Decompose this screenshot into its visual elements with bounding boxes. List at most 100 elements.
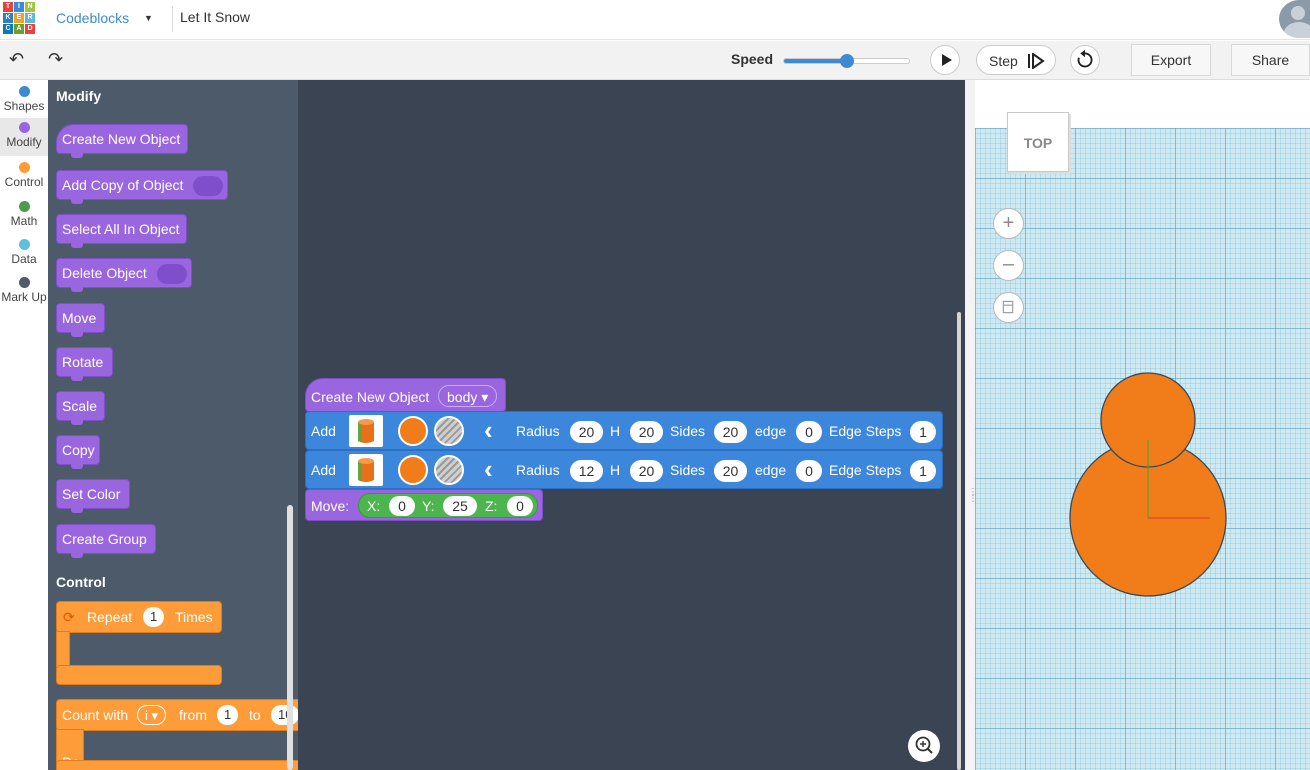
reset-button[interactable] [1070,45,1100,75]
object-slot[interactable] [157,264,187,284]
sides-input[interactable]: 20 [714,460,747,482]
object-name-dropdown[interactable]: body ▾ [438,385,498,407]
zoom-in-icon: + [1002,212,1015,234]
block-label: Times [175,609,213,625]
step-label: Step [989,53,1018,69]
block-count-with[interactable]: Count with i ▾ from 1 to 10 [56,699,298,731]
repeat-count-input[interactable]: 1 [143,607,165,627]
cylinder-thumbnail[interactable] [349,415,383,447]
block-scale[interactable]: Scale [56,391,105,425]
radius-input[interactable]: 12 [570,460,603,482]
height-input[interactable]: 20 [630,421,663,443]
move-y-input[interactable]: 25 [443,496,477,516]
block-label: Copy [62,442,95,458]
block-label: Add [311,462,336,478]
to-input[interactable]: 10 [271,705,298,725]
ws-create-new-object[interactable]: Create New Object body ▾ [305,378,506,412]
zoom-in-button[interactable]: + [993,208,1024,239]
category-control[interactable]: Control [0,158,48,196]
toolbar: ↶ ↷ Speed Step Export Share [0,41,1310,80]
view-cube-label: TOP [1023,135,1053,151]
play-button[interactable] [930,45,960,75]
move-x-input[interactable]: 0 [389,496,415,516]
share-button[interactable]: Share [1231,44,1310,76]
zoom-out-button[interactable]: – [993,250,1024,281]
snowman-model [1069,372,1227,597]
step-icon [1028,53,1045,69]
repeat-icon: ⟳ [63,609,75,625]
ws-add-shape-block[interactable]: Add ‹ Radius 20 H 20 Sides 20 edge 0 Edg… [305,411,943,450]
category-data[interactable]: Data [0,235,48,273]
repeat-arm [56,631,70,667]
category-modify[interactable]: Modify [0,118,48,156]
ws-move-block[interactable]: Move: X: 0 Y: 25 Z: 0 [305,489,543,521]
block-label: Move [62,310,97,326]
category-math[interactable]: Math [0,197,48,235]
viewer-splitter[interactable]: ⋮ ⋮ [965,80,978,770]
block-create-group[interactable]: Create Group [56,524,156,558]
param-label: Sides [670,462,706,478]
block-label: Rotate [62,354,104,370]
speed-slider-knob[interactable] [839,54,854,68]
edge-input[interactable]: 0 [796,421,822,443]
color-swatch[interactable] [398,455,428,485]
height-input[interactable]: 20 [630,460,663,482]
edge-steps-input[interactable]: 1 [910,460,936,482]
block-label: Create Group [62,531,147,547]
move-z-input[interactable]: 0 [507,496,533,516]
redo-icon[interactable]: ↷ [48,49,63,70]
avatar[interactable] [1279,0,1310,38]
repeat-footer [56,665,222,685]
block-rotate[interactable]: Rotate [56,347,113,381]
block-set-color[interactable]: Set Color [56,479,130,513]
block-move[interactable]: Move [56,303,105,337]
block-add-copy-of-object[interactable]: Add Copy of Object [56,170,228,204]
tinkercad-logo[interactable]: TIN KER CAD [3,2,35,34]
from-input[interactable]: 1 [217,705,239,725]
block-label: Repeat [87,609,133,625]
sides-input[interactable]: 20 [714,421,747,443]
collapse-chevron-icon[interactable]: ‹ [484,454,493,484]
block-copy[interactable]: Copy [56,435,100,469]
block-repeat[interactable]: ⟳ Repeat 1 Times [56,601,222,633]
edge-input[interactable]: 0 [796,460,822,482]
play-icon [942,54,952,66]
collapse-chevron-icon[interactable]: ‹ [484,415,493,445]
step-button[interactable]: Step [976,45,1056,75]
edge-steps-input[interactable]: 1 [910,421,936,443]
flyout-scrollbar[interactable] [287,505,293,770]
cylinder-icon [358,419,374,443]
app-switcher[interactable]: Codeblocks [56,10,129,26]
block-create-new-object[interactable]: Create New Object [56,124,188,158]
category-label: Modify [6,135,42,149]
cylinder-thumbnail[interactable] [349,454,383,486]
workspace-zoom-button[interactable] [908,730,940,762]
radius-input[interactable]: 20 [570,421,603,443]
block-select-all-in-object[interactable]: Select All In Object [56,214,187,248]
speed-slider[interactable] [783,54,910,68]
avatar-head [1291,6,1305,20]
logo-letter: N [25,2,35,12]
category-label: Math [10,214,38,228]
undo-icon[interactable]: ↶ [9,49,24,70]
logo-letter: E [14,13,24,23]
hole-swatch[interactable] [434,416,464,446]
fit-view-button[interactable] [993,292,1024,323]
design-name[interactable]: Let It Snow [180,9,250,25]
color-swatch[interactable] [398,416,428,446]
export-button[interactable]: Export [1131,44,1211,76]
chevron-down-icon[interactable]: ▼ [144,13,153,23]
param-label: Edge Steps [829,462,902,478]
var-dropdown[interactable]: i ▾ [137,705,167,725]
block-label: Move: [311,498,350,514]
hole-swatch[interactable] [434,455,464,485]
object-slot[interactable] [193,176,223,196]
category-shapes[interactable]: Shapes [0,82,48,120]
ws-add-shape-block[interactable]: Add ‹ Radius 12 H 20 Sides 20 edge 0 Edg… [305,450,943,489]
category-markup[interactable]: Mark Up [0,273,48,311]
workspace-scrollbar[interactable] [957,312,961,770]
block-delete-object[interactable]: Delete Object [56,258,192,292]
logo-letter: C [3,24,13,34]
view-cube[interactable]: TOP [1007,112,1069,172]
category-bar: Shapes Modify Control Math Data Mark Up [0,80,48,770]
